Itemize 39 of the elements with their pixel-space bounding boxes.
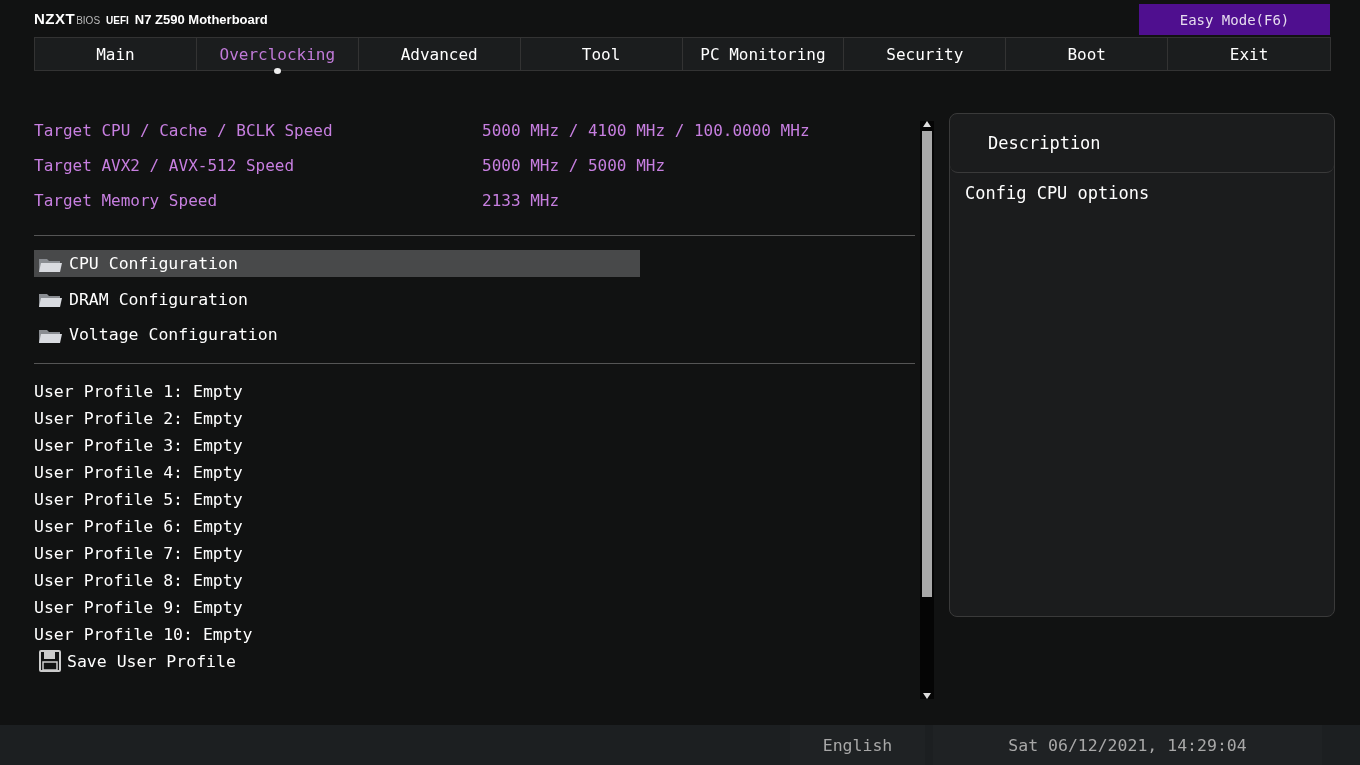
info-label: Target AVX2 / AVX-512 Speed xyxy=(34,156,296,176)
tab[interactable]: Main xyxy=(35,38,197,71)
profile-item[interactable]: User Profile 4: Empty xyxy=(34,462,243,482)
profile-item[interactable]: User Profile 3: Empty xyxy=(34,435,243,455)
tab[interactable]: PC Monitoring xyxy=(682,38,845,71)
profile-item[interactable]: User Profile 6: Empty xyxy=(34,516,243,536)
board-name: N7 Z590 Motherboard xyxy=(134,12,268,27)
save-profile-item[interactable]: Save User Profile xyxy=(67,651,236,671)
bios-label: BIOS xyxy=(76,15,101,26)
brand-logo: NZXT xyxy=(34,10,76,27)
profile-item[interactable]: User Profile 2: Empty xyxy=(34,408,243,428)
profile-item[interactable]: User Profile 5: Empty xyxy=(34,489,243,509)
description-title: Description xyxy=(988,133,1101,154)
selected-indicator xyxy=(274,68,282,75)
tab[interactable]: Overclocking xyxy=(196,38,359,71)
info-label: Target CPU / Cache / BCLK Speed xyxy=(34,121,334,141)
tab[interactable]: Boot xyxy=(1006,38,1169,71)
info-value: 2133 MHz xyxy=(482,191,561,211)
description-text: Config CPU options xyxy=(965,183,1150,204)
info-value: 5000 MHz / 5000 MHz xyxy=(482,156,667,176)
tab[interactable]: Exit xyxy=(1168,38,1330,71)
info-value: 5000 MHz / 4100 MHz / 100.0000 MHz xyxy=(482,121,811,141)
profile-item[interactable]: User Profile 8: Empty xyxy=(34,570,243,590)
submenu-item[interactable]: Voltage Configuration xyxy=(34,321,640,349)
scrollbar[interactable] xyxy=(920,121,934,700)
profile-item[interactable]: User Profile 9: Empty xyxy=(34,597,243,617)
tab[interactable]: Security xyxy=(844,38,1007,71)
profile-item[interactable]: User Profile 7: Empty xyxy=(34,543,243,563)
tab[interactable]: Advanced xyxy=(358,38,521,71)
scroll-down-icon[interactable] xyxy=(923,693,931,700)
submenu-item[interactable]: DRAM Configuration xyxy=(34,285,640,313)
easy-mode-button[interactable]: Easy Mode(F6) xyxy=(1139,4,1330,35)
scroll-up-icon[interactable] xyxy=(923,121,931,128)
profile-item[interactable]: User Profile 10: Empty xyxy=(34,624,253,644)
uefi-label: UEFI xyxy=(106,15,129,26)
profile-item[interactable]: User Profile 1: Empty xyxy=(34,381,243,401)
submenu-item[interactable]: CPU Configuration xyxy=(34,250,640,278)
info-label: Target Memory Speed xyxy=(34,191,219,211)
tab[interactable]: Tool xyxy=(520,38,683,71)
